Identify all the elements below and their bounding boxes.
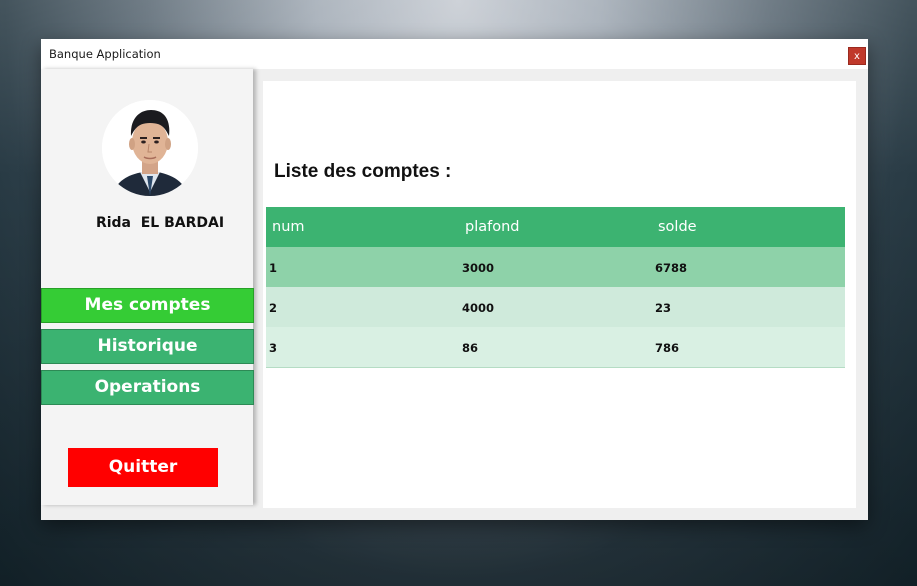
cell-num: 3 <box>269 341 278 355</box>
accounts-table: num plafond solde 1 3000 6788 2 4000 23 … <box>266 207 845 368</box>
page-title: Liste des comptes : <box>274 161 452 182</box>
sidebar: Rida EL BARDAI Mes comptes Historique Op… <box>41 69 254 505</box>
cell-plafond: 86 <box>462 341 479 355</box>
app-window: Banque Application x Rida EL BARDAI Mes … <box>41 39 868 520</box>
column-header-num: num <box>272 219 305 235</box>
table-row[interactable]: 2 4000 23 <box>266 287 845 327</box>
user-photo-icon <box>102 100 198 196</box>
quit-button[interactable]: Quitter <box>68 448 218 487</box>
column-header-solde: solde <box>658 219 697 235</box>
cell-plafond: 3000 <box>462 261 495 275</box>
cell-num: 2 <box>269 301 278 315</box>
cell-solde: 786 <box>655 341 680 355</box>
nav-historique-button[interactable]: Historique <box>41 329 254 364</box>
user-name: Rida EL BARDAI <box>95 215 225 231</box>
nav-operations-button[interactable]: Operations <box>41 370 254 405</box>
cell-solde: 23 <box>655 301 672 315</box>
cell-num: 1 <box>269 261 278 275</box>
main-panel: Liste des comptes : num plafond solde 1 … <box>263 81 856 508</box>
table-header: num plafond solde <box>266 207 845 247</box>
cell-solde: 6788 <box>655 261 688 275</box>
window-title: Banque Application <box>49 47 161 61</box>
table-row[interactable]: 3 86 786 <box>266 327 845 368</box>
avatar <box>102 100 198 196</box>
table-row[interactable]: 1 3000 6788 <box>266 247 845 287</box>
close-button[interactable]: x <box>848 47 866 65</box>
title-bar: Banque Application x <box>41 39 868 69</box>
column-header-plafond: plafond <box>465 219 520 235</box>
nav-mes-comptes-button[interactable]: Mes comptes <box>41 288 254 323</box>
cell-plafond: 4000 <box>462 301 495 315</box>
